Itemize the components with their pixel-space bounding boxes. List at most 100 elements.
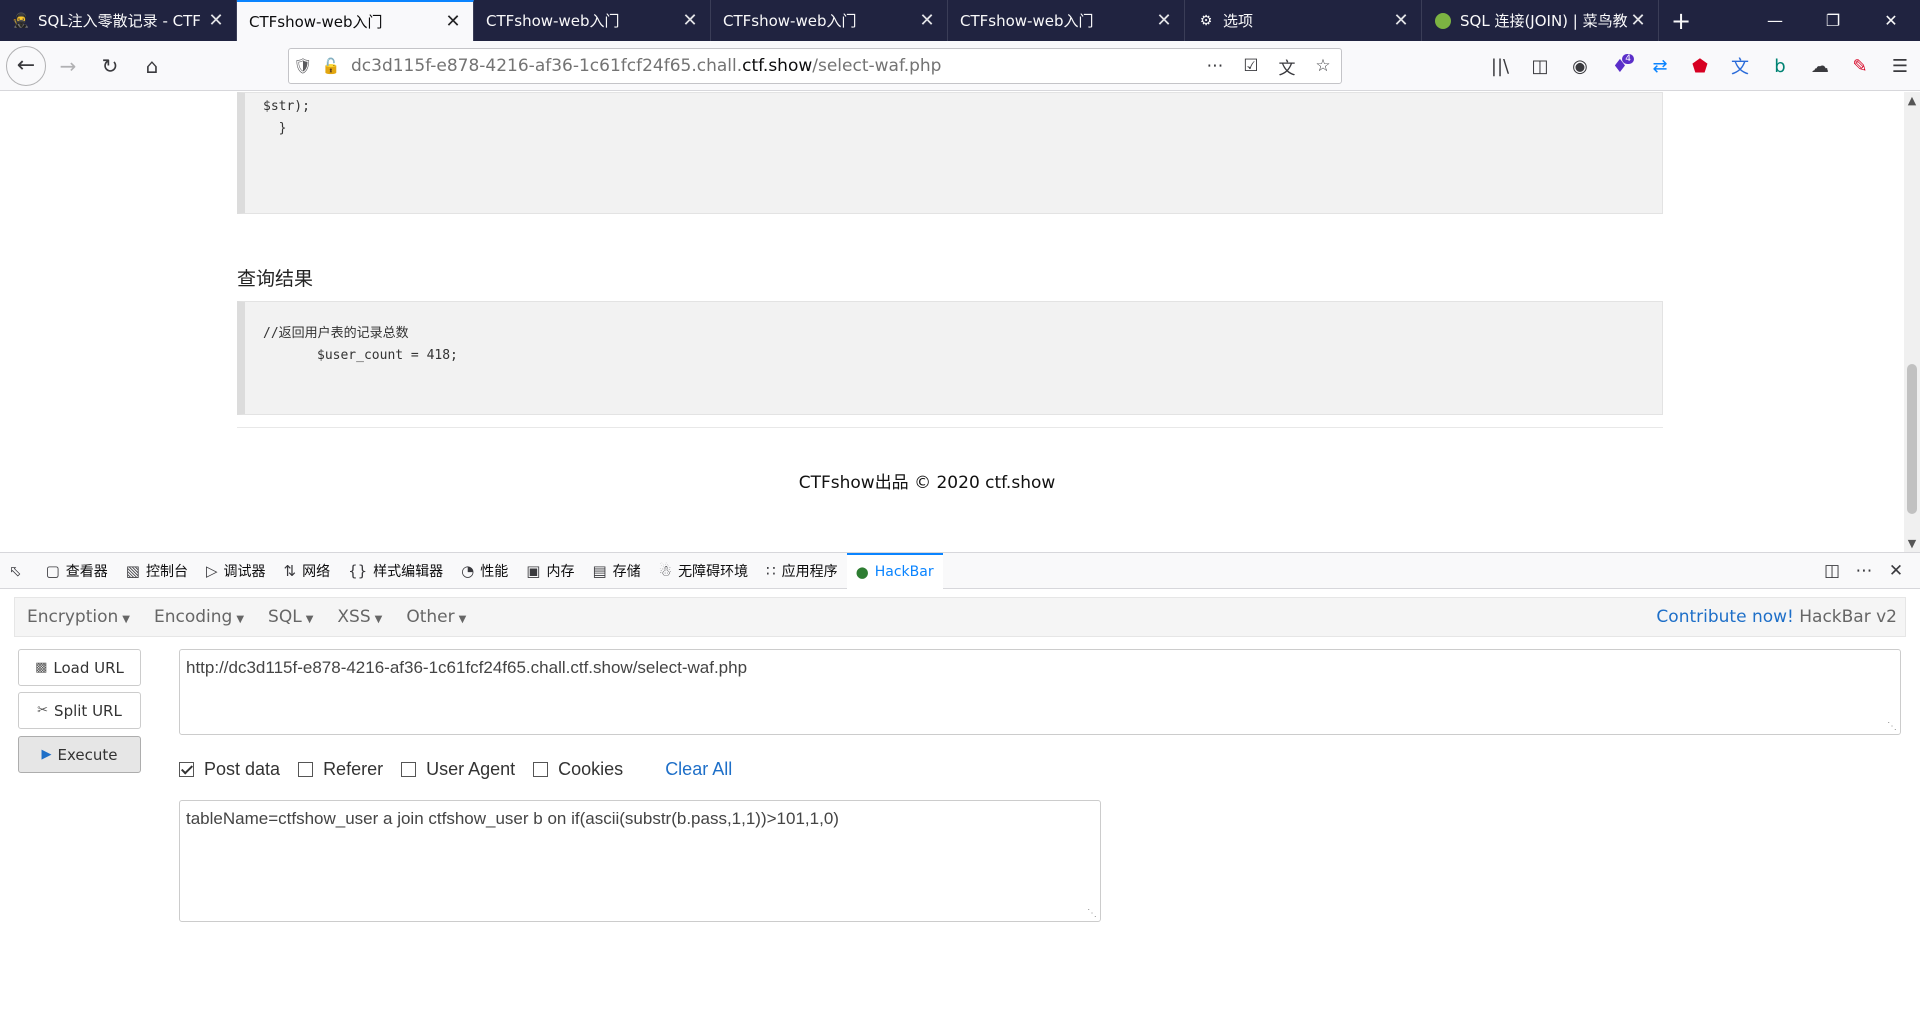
- close-icon[interactable]: ✕: [1628, 10, 1648, 31]
- scissors-icon: ✂: [37, 703, 49, 718]
- menu-encryption[interactable]: Encryption ▼: [15, 607, 142, 627]
- footer-link[interactable]: ctf.show: [985, 473, 1055, 493]
- caret-down-icon: ▼: [374, 614, 383, 625]
- back-icon[interactable]: ←: [6, 45, 46, 86]
- menu-label: SQL: [268, 607, 302, 627]
- accessibility-icon: ☃: [658, 561, 673, 580]
- more-options-icon[interactable]: ⋯: [1848, 561, 1880, 581]
- home-icon[interactable]: ⌂: [132, 46, 172, 86]
- close-icon[interactable]: ✕: [206, 10, 226, 31]
- referer-checkbox[interactable]: [298, 761, 314, 777]
- button-label: Execute: [57, 745, 118, 764]
- devtools-tab-debugger[interactable]: ▷ 调试器: [197, 553, 275, 589]
- bing-icon[interactable]: b: [1760, 56, 1800, 77]
- devtools-tab-performance[interactable]: ◔ 性能: [452, 553, 517, 589]
- browser-tab-ctfshow[interactable]: CTFshow-web入门 ✕: [948, 0, 1185, 41]
- extension-icon[interactable]: ♦ 4: [1600, 53, 1640, 77]
- translate-icon[interactable]: 文: [1269, 54, 1305, 79]
- browser-tab-options[interactable]: ⚙ 选项 ✕: [1185, 0, 1422, 41]
- hackbar-contribute: Contribute now! HackBar v2: [1656, 607, 1897, 627]
- browser-tab-ctfshow[interactable]: CTFshow-web入门 ✕: [711, 0, 948, 41]
- dock-icon[interactable]: ◫: [1816, 561, 1848, 581]
- new-tab-button[interactable]: +: [1659, 0, 1703, 41]
- cloud-icon[interactable]: ☁: [1800, 56, 1840, 77]
- split-url-button[interactable]: ✂ Split URL: [18, 692, 141, 729]
- sidebar-icon[interactable]: ◫: [1520, 56, 1560, 77]
- load-url-button[interactable]: ▩ Load URL: [18, 649, 141, 686]
- insecure-lock-icon[interactable]: 🔓: [317, 57, 345, 75]
- menu-sql[interactable]: SQL ▼: [256, 607, 325, 627]
- restore-icon[interactable]: ❐: [1804, 0, 1862, 41]
- option-referer[interactable]: Referer: [298, 759, 383, 780]
- scrollbar-thumb[interactable]: [1907, 364, 1917, 514]
- close-icon[interactable]: ✕: [443, 11, 463, 32]
- option-label: Cookies: [558, 758, 624, 779]
- sync-icon[interactable]: ⇄: [1640, 56, 1680, 77]
- translator-icon[interactable]: 文: [1720, 53, 1760, 79]
- resize-grip-icon[interactable]: ⋱: [1887, 721, 1897, 732]
- style-editor-icon: {}: [348, 561, 368, 580]
- user-agent-checkbox[interactable]: [401, 761, 417, 777]
- browser-tab-ctfshow-active[interactable]: CTFshow-web入门 ✕: [237, 0, 474, 41]
- devtools-tab-hackbar[interactable]: ● HackBar: [846, 552, 943, 589]
- devtools-tab-memory[interactable]: ▣ 内存: [517, 553, 583, 589]
- hackbar-url-input[interactable]: http://dc3d115f-e878-4216-af36-1c61fcf24…: [179, 649, 1901, 735]
- option-post-data[interactable]: Post data: [179, 759, 280, 780]
- caret-down-icon: ▼: [236, 614, 245, 625]
- hackbar-menu: Encryption ▼ Encoding ▼ SQL ▼ XSS ▼ Other ▼ C…: [14, 597, 1906, 637]
- browser-tab-sql-join[interactable]: SQL 连接(JOIN) | 菜鸟教 ✕: [1422, 0, 1659, 41]
- close-icon[interactable]: ✕: [1391, 10, 1411, 31]
- devtools-tab-inspector[interactable]: ▢ 查看器: [37, 553, 117, 589]
- menu-encoding[interactable]: Encoding ▼: [142, 607, 256, 627]
- scroll-up-icon[interactable]: ▲: [1904, 94, 1920, 107]
- button-label: Split URL: [54, 701, 122, 720]
- shield-icon[interactable]: 🛡: [289, 57, 317, 75]
- devtools-controls: ◫ ⋯ ✕: [1816, 553, 1912, 589]
- option-user-agent[interactable]: User Agent: [401, 759, 515, 780]
- resize-grip-icon[interactable]: ⋱: [1087, 908, 1097, 919]
- menu-xss[interactable]: XSS ▼: [325, 607, 394, 627]
- window-close-icon[interactable]: ✕: [1862, 0, 1920, 41]
- cookies-checkbox[interactable]: [533, 761, 549, 777]
- post-data-checkbox[interactable]: [179, 761, 194, 777]
- reload-icon[interactable]: ↻: [90, 46, 130, 86]
- close-devtools-icon[interactable]: ✕: [1880, 561, 1912, 581]
- browser-tab-sql-notes[interactable]: 🥷 SQL注入零散记录 - CTF ✕: [0, 0, 237, 41]
- url-bar[interactable]: 🛡 🔓 dc3d115f-e878-4216-af36-1c61fcf24f65…: [288, 48, 1342, 84]
- post-data-input[interactable]: tableName=ctfshow_user a join ctfshow_us…: [179, 800, 1101, 922]
- devtools-tab-label: 无障碍环境: [678, 563, 749, 580]
- page-scrollbar[interactable]: ▲ ▼: [1904, 92, 1920, 552]
- close-icon[interactable]: ✕: [1154, 10, 1174, 31]
- devtools-tab-application[interactable]: ∷ 应用程序: [757, 553, 847, 589]
- devtools-tab-console[interactable]: ▧ 控制台: [117, 553, 197, 589]
- minimize-icon[interactable]: —: [1746, 0, 1804, 41]
- menu-other[interactable]: Other ▼: [394, 607, 478, 627]
- url-input-value: http://dc3d115f-e878-4216-af36-1c61fcf24…: [186, 658, 748, 677]
- devtools-tab-style-editor[interactable]: {} 样式编辑器: [339, 553, 452, 589]
- bookmark-star-icon[interactable]: ☆: [1305, 56, 1341, 76]
- option-cookies[interactable]: Cookies: [533, 759, 623, 780]
- devtools-tab-accessibility[interactable]: ☃ 无障碍环境: [650, 553, 757, 589]
- menu-icon[interactable]: ☰: [1880, 56, 1920, 77]
- devtools-tab-network[interactable]: ⇅ 网络: [275, 553, 340, 589]
- ublock-icon[interactable]: ⬟: [1680, 56, 1720, 77]
- close-icon[interactable]: ✕: [917, 10, 937, 31]
- close-icon[interactable]: ✕: [680, 10, 700, 31]
- element-picker-icon[interactable]: ⬁: [0, 553, 37, 589]
- library-icon[interactable]: ||\: [1480, 56, 1520, 77]
- page-actions-icon[interactable]: ⋯: [1197, 56, 1233, 76]
- execute-button[interactable]: ▶ Execute: [18, 736, 141, 773]
- clear-all-link[interactable]: Clear All: [665, 759, 732, 780]
- navigation-bar: ← → ↻ ⌂ 🛡 🔓 dc3d115f-e878-4216-af36-1c61…: [0, 41, 1920, 91]
- pdf-icon[interactable]: ✎: [1840, 56, 1880, 77]
- contribute-link[interactable]: Contribute now!: [1656, 607, 1793, 627]
- tab-title: CTFshow-web入门: [723, 12, 857, 30]
- url-text[interactable]: dc3d115f-e878-4216-af36-1c61fcf24f65.cha…: [351, 56, 1197, 76]
- scroll-down-icon[interactable]: ▼: [1904, 537, 1920, 550]
- forward-icon[interactable]: →: [48, 46, 88, 86]
- play-icon: ▶: [41, 747, 52, 762]
- account-icon[interactable]: ◉: [1560, 56, 1600, 77]
- devtools-tab-storage[interactable]: ▤ 存储: [583, 553, 649, 589]
- pocket-icon[interactable]: ☑: [1233, 56, 1269, 76]
- browser-tab-ctfshow[interactable]: CTFshow-web入门 ✕: [474, 0, 711, 41]
